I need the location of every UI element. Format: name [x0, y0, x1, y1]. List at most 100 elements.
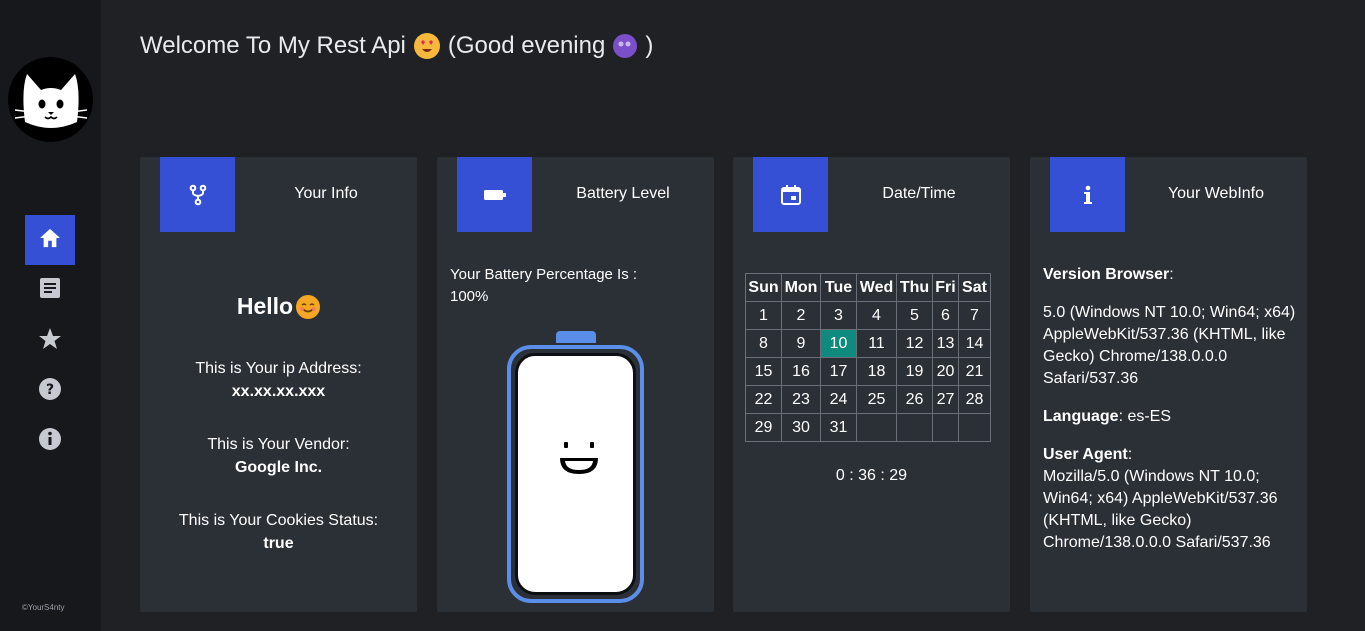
cookies-value: true [263, 535, 294, 552]
calendar-day[interactable]: 21 [958, 357, 991, 386]
calendar-day[interactable]: 31 [820, 413, 857, 442]
weekday-header: Fri [932, 273, 959, 302]
user-agent-label: User Agent [1043, 446, 1128, 463]
battery-value: 100% [450, 288, 489, 305]
calendar-day[interactable]: 9 [781, 329, 821, 358]
card-title: Your WebInfo [1167, 185, 1265, 202]
calendar-day[interactable]: 3 [820, 301, 857, 330]
battery-percentage-text: Your Battery Percentage Is : 100% [450, 264, 680, 308]
happy-face-icon [560, 442, 598, 474]
card-title: Your Info [294, 185, 358, 202]
calendar-day[interactable]: 16 [781, 357, 821, 386]
your-info-card: Your Info Hello This is Your ip Address:… [140, 157, 417, 612]
nav-info[interactable] [25, 416, 75, 466]
weekday-header: Sun [745, 273, 782, 302]
language-label: Language [1043, 408, 1119, 425]
svg-text:?: ? [46, 382, 54, 398]
calendar-day[interactable]: 1 [745, 301, 782, 330]
info-icon [1050, 157, 1125, 232]
calendar-day-today[interactable]: 10 [820, 329, 857, 358]
calendar-day[interactable]: 14 [958, 329, 991, 358]
calendar-day[interactable]: 2 [781, 301, 821, 330]
webinfo-body: Version Browser: 5.0 (Windows NT 10.0; W… [1043, 264, 1298, 554]
calendar-week-row: 8 9 10 11 12 13 14 [745, 329, 991, 358]
calendar-week-row: 15 16 17 18 19 20 21 [745, 357, 991, 386]
calendar-day[interactable]: 26 [896, 385, 933, 414]
nav-help[interactable]: ? [25, 366, 75, 416]
calendar-day[interactable]: 27 [932, 385, 959, 414]
calendar-day-empty [958, 413, 991, 442]
calendar-day[interactable]: 8 [745, 329, 782, 358]
calendar-day[interactable]: 12 [896, 329, 933, 358]
battery-body [507, 345, 644, 603]
calendar-day[interactable]: 17 [820, 357, 857, 386]
calendar-day[interactable]: 18 [856, 357, 897, 386]
nav-favorites[interactable] [25, 316, 75, 366]
calendar-day[interactable]: 11 [856, 329, 897, 358]
ip-value: xx.xx.xx.xxx [231, 383, 326, 400]
webinfo-card: Your WebInfo Version Browser: 5.0 (Windo… [1030, 157, 1307, 612]
calendar-day[interactable]: 6 [932, 301, 959, 330]
calendar-day-empty [856, 413, 897, 442]
calendar-day[interactable]: 13 [932, 329, 959, 358]
user-agent-value: Mozilla/5.0 (Windows NT 10.0; Win64; x64… [1043, 468, 1278, 551]
vendor-value: Google Inc. [234, 459, 323, 476]
user-agent-row: User Agent: Mozilla/5.0 (Windows NT 10.0;… [1043, 446, 1278, 551]
calendar-day[interactable]: 15 [745, 357, 782, 386]
battery-icon [457, 157, 532, 232]
article-icon [40, 277, 60, 303]
info-icon [38, 427, 62, 456]
calendar-day[interactable]: 22 [745, 385, 782, 414]
main-content: Welcome To My Rest Api (Good evening ) Y… [101, 0, 1365, 631]
card-title: Battery Level [576, 185, 670, 202]
calendar-day[interactable]: 23 [781, 385, 821, 414]
version-browser-label: Version Browser [1043, 266, 1170, 283]
nav-articles[interactable] [25, 265, 75, 315]
greeting-close: ) [645, 32, 654, 59]
welcome-text: Welcome To My Rest Api [140, 32, 406, 59]
calendar-day[interactable]: 5 [896, 301, 933, 330]
version-browser-heading: Version Browser: [1043, 266, 1174, 283]
battery-cap [556, 331, 596, 343]
calendar-day[interactable]: 7 [958, 301, 991, 330]
hello-text: Hello [236, 293, 294, 319]
calendar-week-row: 1 2 3 4 5 6 7 [745, 301, 991, 330]
page-title: Welcome To My Rest Api (Good evening ) [140, 32, 653, 60]
nav-home[interactable] [25, 215, 75, 265]
battery-fill [515, 353, 636, 595]
calendar-day[interactable]: 20 [932, 357, 959, 386]
calendar-day[interactable]: 25 [856, 385, 897, 414]
calendar-week-row: 29 30 31 [745, 413, 991, 442]
weekday-header: Tue [820, 273, 857, 302]
version-browser-value: 5.0 (Windows NT 10.0; Win64; x64) AppleW… [1043, 304, 1296, 387]
sidebar: ? ©YourS4nty [0, 0, 101, 631]
card-title: Date/Time [882, 185, 956, 202]
moon-emoji-icon [613, 34, 638, 58]
smiling-emoji-icon [296, 294, 321, 319]
calendar-day[interactable]: 4 [856, 301, 897, 330]
calendar-header-row: Sun Mon Tue Wed Thu Fri Sat [745, 273, 991, 302]
calendar-day[interactable]: 19 [896, 357, 933, 386]
fork-icon [160, 157, 235, 232]
calendar-day[interactable]: 28 [958, 385, 991, 414]
calendar-day[interactable]: 24 [820, 385, 857, 414]
battery-graphic [507, 331, 644, 603]
language-row: Language: es-ES [1043, 408, 1172, 425]
cookies-label: This is Your Cookies Status: [178, 512, 379, 529]
calendar-day-empty [896, 413, 933, 442]
datetime-card: Date/Time Sun Mon Tue Wed Thu Fri Sat 1 … [733, 157, 1010, 612]
battery-card: Battery Level Your Battery Percentage Is… [437, 157, 714, 612]
calendar-week-row: 22 23 24 25 26 27 28 [745, 385, 991, 414]
calendar-table: Sun Mon Tue Wed Thu Fri Sat 1 2 3 4 5 6 [745, 273, 991, 442]
calendar-day[interactable]: 29 [745, 413, 782, 442]
greeting-text: (Good evening [447, 32, 606, 59]
weekday-header: Sat [958, 273, 991, 302]
calendar-icon [753, 157, 828, 232]
calendar-day[interactable]: 30 [781, 413, 821, 442]
home-icon [39, 228, 61, 253]
star-struck-emoji-icon [413, 33, 440, 59]
vendor-label: This is Your Vendor: [207, 436, 350, 453]
star-icon [38, 327, 62, 356]
cat-logo-icon[interactable] [8, 57, 93, 142]
clock-time: 0 : 36 : 29 [835, 467, 908, 484]
